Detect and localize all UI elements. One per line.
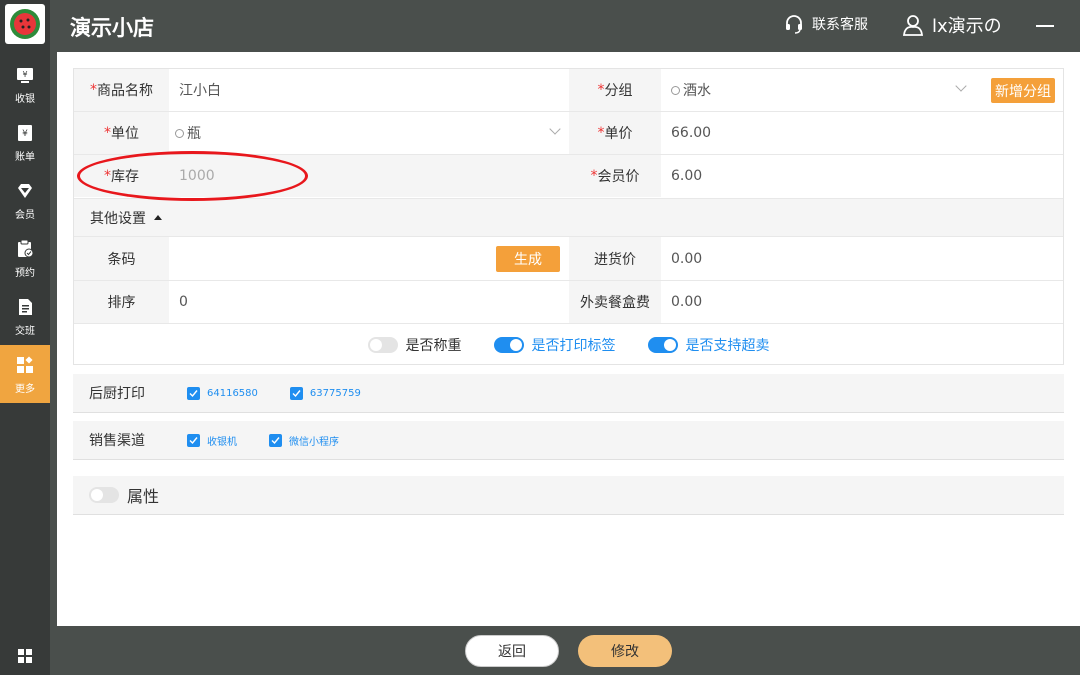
- printer-checkbox[interactable]: 63775759: [289, 386, 361, 400]
- check-icon: [269, 433, 282, 447]
- box-fee-label: 外卖餐盒费: [569, 281, 661, 323]
- box-fee-input[interactable]: 0.00: [661, 281, 1063, 323]
- product-name-label: * 商品名称: [74, 69, 169, 111]
- sidebar-item-label: 交班: [15, 325, 35, 337]
- price-input[interactable]: 66.00: [661, 112, 1063, 154]
- sidebar: ¥ 收银 ¥ 账单 会员 预约 交班 更多: [0, 0, 50, 675]
- sidebar-item-label: 会员: [15, 209, 35, 221]
- print-label-toggle[interactable]: 是否打印标签: [493, 335, 616, 355]
- bill-icon: ¥: [14, 122, 36, 144]
- footer-bar: 返回 修改: [57, 626, 1080, 675]
- sidebar-item-cashier[interactable]: ¥ 收银: [0, 55, 50, 113]
- grid-menu-icon[interactable]: [17, 648, 33, 664]
- generate-barcode-button[interactable]: 生成: [496, 246, 560, 272]
- unit-select[interactable]: 瓶: [169, 112, 569, 154]
- modify-button[interactable]: 修改: [578, 635, 672, 667]
- toggle-switch[interactable]: [89, 487, 119, 503]
- chevron-down-icon: [549, 123, 561, 135]
- other-settings-toggle[interactable]: 其他设置: [74, 198, 1063, 237]
- printer-checkbox[interactable]: 64116580: [187, 386, 258, 400]
- user-menu[interactable]: lx演示の: [902, 12, 1002, 38]
- sidebar-item-handover[interactable]: 交班: [0, 287, 50, 345]
- sidebar-item-more[interactable]: 更多: [0, 345, 50, 403]
- check-icon: [289, 386, 303, 400]
- required-mark: *: [104, 125, 111, 141]
- required-mark: *: [597, 82, 605, 98]
- sort-label: 排序: [74, 281, 169, 323]
- add-group-button[interactable]: 新增分组: [991, 78, 1055, 103]
- booking-icon: [14, 238, 36, 260]
- sidebar-item-booking[interactable]: 预约: [0, 229, 50, 287]
- handover-icon: [14, 296, 36, 318]
- app-logo: [5, 4, 45, 44]
- required-mark: *: [590, 168, 598, 184]
- member-price-input[interactable]: 6.00: [661, 155, 1063, 197]
- group-select[interactable]: 酒水: [661, 69, 979, 111]
- channel-checkbox[interactable]: 收银机: [187, 433, 237, 448]
- more-icon: [14, 354, 36, 376]
- price-label: * 单价: [569, 112, 661, 154]
- required-mark: *: [90, 82, 97, 98]
- sidebar-item-label: 更多: [15, 383, 35, 395]
- sales-channel-title: 销售渠道: [89, 433, 145, 449]
- attributes-panel: 属性: [73, 476, 1064, 515]
- sales-channel-panel: 销售渠道 收银机 微信小程序: [73, 421, 1064, 460]
- store-title: 演示小店: [70, 16, 154, 40]
- sidebar-item-member[interactable]: 会员: [0, 171, 50, 229]
- oversell-toggle[interactable]: 是否支持超卖: [647, 335, 770, 355]
- top-header: 演示小店 联系客服 lx演示の: [50, 0, 1080, 52]
- watermelon-icon: [10, 9, 40, 39]
- product-form: * 商品名称 江小白 * 分组 酒水 新增分组 * 单位 瓶 * 单价 66.00 * 库: [73, 68, 1064, 365]
- minimize-button[interactable]: [1036, 25, 1054, 27]
- user-name: lx演示の: [932, 16, 1002, 37]
- customer-service-button[interactable]: 联系客服: [784, 14, 868, 34]
- customer-service-label: 联系客服: [812, 17, 868, 33]
- toggle-switch[interactable]: [367, 337, 398, 353]
- chevron-down-icon: [955, 80, 967, 92]
- cashier-icon: ¥: [14, 64, 36, 86]
- svg-text:¥: ¥: [22, 129, 28, 139]
- headset-icon: [786, 15, 802, 34]
- sidebar-item-label: 账单: [15, 151, 35, 163]
- weighing-toggle[interactable]: 是否称重: [367, 335, 462, 355]
- purchase-price-input[interactable]: 0.00: [661, 237, 1063, 280]
- main-panel: * 商品名称 江小白 * 分组 酒水 新增分组 * 单位 瓶 * 单价 66.00 * 库: [57, 52, 1080, 626]
- sidebar-item-label: 预约: [15, 267, 35, 279]
- member-price-label: * 会员价: [569, 155, 661, 197]
- toggle-switch[interactable]: [493, 337, 524, 353]
- required-mark: *: [597, 125, 605, 141]
- unit-label: * 单位: [74, 112, 169, 154]
- required-mark: *: [104, 168, 111, 184]
- group-label: * 分组: [569, 69, 661, 111]
- divider: [74, 323, 1063, 324]
- sidebar-item-label: 收银: [15, 93, 35, 105]
- purchase-price-label: 进货价: [569, 237, 661, 280]
- channel-checkbox[interactable]: 微信小程序: [269, 433, 339, 448]
- stock-input[interactable]: 1000: [169, 155, 569, 197]
- search-icon: [175, 128, 184, 138]
- check-icon: [187, 433, 200, 447]
- toggle-switch[interactable]: [647, 337, 678, 353]
- kitchen-print-panel: 后厨打印 64116580 63775759: [73, 374, 1064, 413]
- caret-up-icon: [154, 215, 162, 220]
- return-button[interactable]: 返回: [465, 635, 559, 667]
- check-icon: [187, 386, 200, 400]
- sort-input[interactable]: 0: [169, 281, 569, 323]
- svg-text:¥: ¥: [22, 70, 27, 79]
- stock-label: * 库存: [74, 155, 169, 197]
- user-icon: [902, 15, 924, 36]
- options-toggles: 是否称重 是否打印标签 是否支持超卖: [74, 325, 1063, 365]
- attributes-toggle[interactable]: 属性: [89, 483, 159, 507]
- member-icon: [14, 180, 36, 202]
- kitchen-print-title: 后厨打印: [89, 386, 145, 402]
- search-icon: [671, 85, 680, 95]
- barcode-label: 条码: [74, 237, 169, 280]
- sidebar-item-bill[interactable]: ¥ 账单: [0, 113, 50, 171]
- product-name-input[interactable]: 江小白: [169, 69, 569, 111]
